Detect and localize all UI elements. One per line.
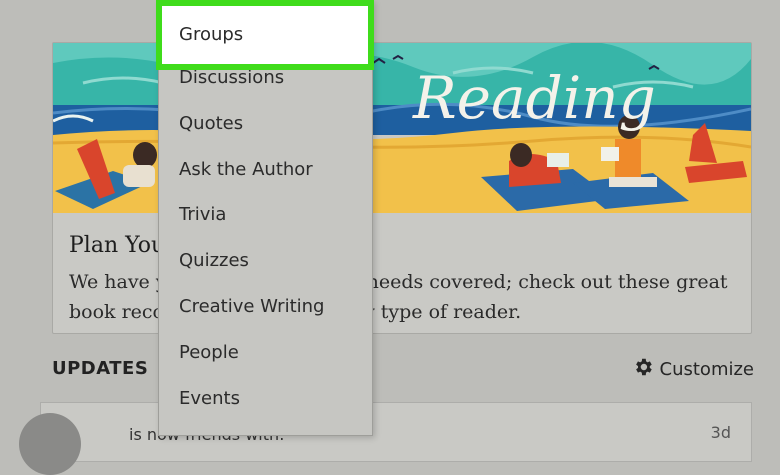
menu-item-groups[interactable]: Groups: [156, 0, 374, 70]
avatar[interactable]: [19, 413, 81, 475]
updates-heading: UPDATES: [52, 358, 149, 379]
customize-button[interactable]: Customize: [632, 356, 754, 383]
banner-reading-text: Reading: [412, 64, 656, 132]
card-body-line2-right: y type of reader.: [364, 301, 522, 323]
customize-label: Customize: [659, 359, 754, 380]
menu-item-quizzes[interactable]: Quizzes: [159, 238, 372, 284]
card-body-line1-right: needs covered; check out these great: [366, 271, 728, 293]
menu-item-creative-writing[interactable]: Creative Writing: [159, 284, 372, 330]
menu-item-ask-the-author[interactable]: Ask the Author: [159, 147, 372, 193]
feed-item[interactable]: is now friends with: 3d: [19, 402, 752, 475]
feed-item-time: 3d: [710, 423, 731, 442]
featured-card[interactable]: Reading Plan You We have y needs covered;…: [52, 42, 752, 334]
gear-icon: [632, 356, 654, 383]
menu-item-events[interactable]: Events: [159, 376, 372, 422]
card-title[interactable]: Plan You: [69, 233, 165, 258]
menu-item-people[interactable]: People: [159, 330, 372, 376]
card-body-line2-left: book reco: [69, 301, 164, 323]
card-body-line1-left: We have y: [69, 271, 167, 293]
menu-item-trivia[interactable]: Trivia: [159, 192, 372, 238]
menu-item-quotes[interactable]: Quotes: [159, 101, 372, 147]
